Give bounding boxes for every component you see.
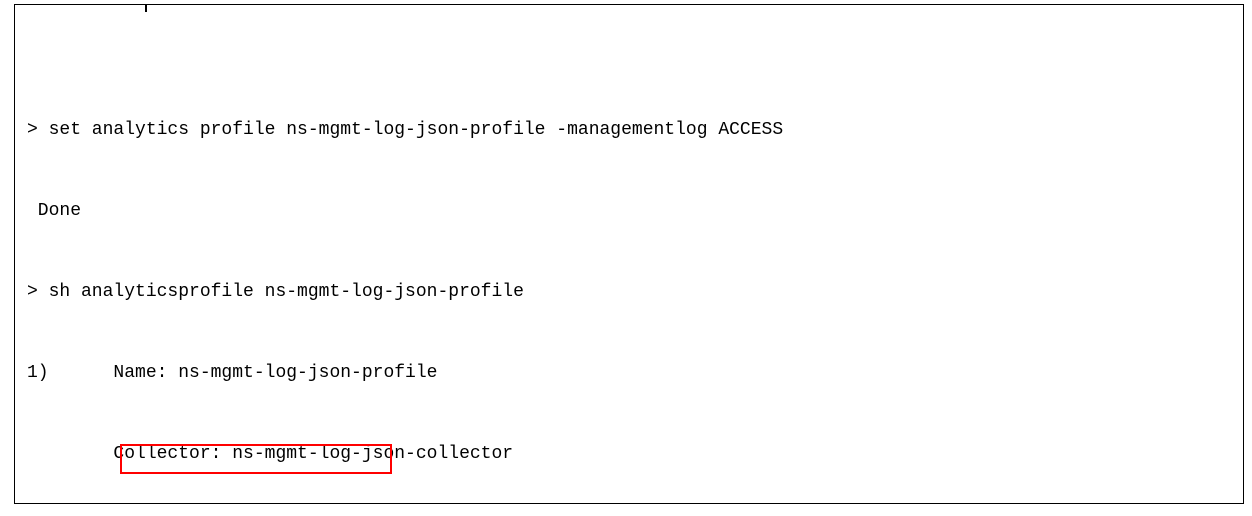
cursor-indicator xyxy=(145,4,147,12)
terminal-line: Done xyxy=(15,198,1243,225)
terminal-line: > sh analyticsprofile ns-mgmt-log-json-p… xyxy=(15,279,1243,306)
terminal-line: Collector: ns-mgmt-log-json-collector xyxy=(15,441,1243,468)
terminal-line: > set analytics profile ns-mgmt-log-json… xyxy=(15,117,1243,144)
terminal-frame: > set analytics profile ns-mgmt-log-json… xyxy=(14,4,1244,504)
terminal-line: 1) Name: ns-mgmt-log-json-profile xyxy=(15,360,1243,387)
